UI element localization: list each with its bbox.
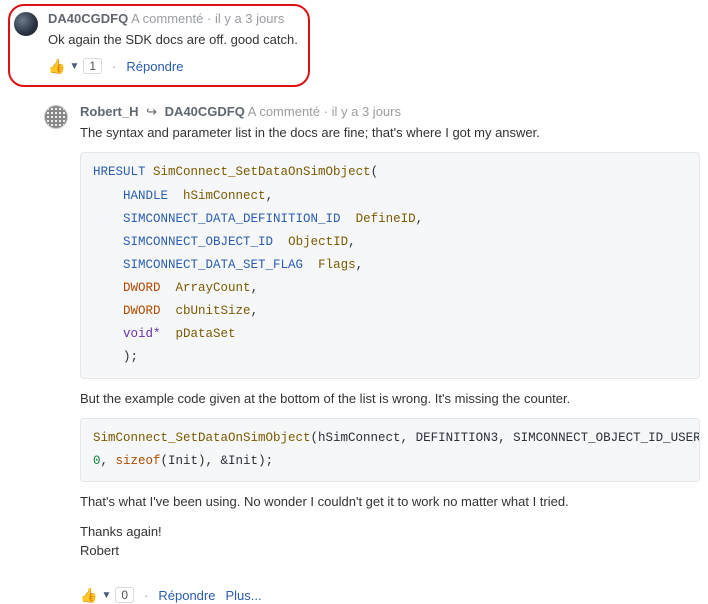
thanks-line-1: Thanks again! xyxy=(80,524,162,539)
vote-count: 1 xyxy=(83,58,102,74)
code-param-name: ArrayCount xyxy=(176,281,251,295)
comment-action-label: A commenté xyxy=(131,11,203,26)
code-param-type: HANDLE xyxy=(123,189,168,203)
more-link[interactable]: Plus... xyxy=(225,588,261,603)
code-kw-sizeof: sizeof xyxy=(116,454,161,468)
reply-link[interactable]: Répondre xyxy=(126,59,183,74)
comment-body: Robert_H ↪ DA40CGDFQ A commenté · il y a… xyxy=(80,103,700,604)
vote-group[interactable]: 👍 ▼ 0 xyxy=(80,587,134,604)
code-param-type: SIMCONNECT_DATA_SET_FLAG xyxy=(123,258,303,272)
comment-meta: Robert_H ↪ DA40CGDFQ A commenté · il y a… xyxy=(80,103,700,121)
code-block-signature: HRESULT SimConnect_SetDataOnSimObject( H… xyxy=(80,152,700,378)
code-return-type: HRESULT xyxy=(93,165,146,179)
comment-body: DA40CGDFQ A commenté · il y a 3 jours Ok… xyxy=(48,10,298,75)
thumb-up-icon[interactable]: 👍 xyxy=(48,58,65,75)
dot-sep: · xyxy=(112,59,116,74)
comment-meta: DA40CGDFQ A commenté · il y a 3 jours xyxy=(48,10,298,28)
code-func-name: SimConnect_SetDataOnSimObject xyxy=(93,431,311,445)
reply-link[interactable]: Répondre xyxy=(158,588,215,603)
code-func-name: SimConnect_SetDataOnSimObject xyxy=(153,165,371,179)
comment-1: DA40CGDFQ A commenté · il y a 3 jours Ok… xyxy=(14,10,298,75)
reply-target-author[interactable]: DA40CGDFQ xyxy=(165,104,245,119)
code-param-name: ObjectID xyxy=(288,235,348,249)
code-param-type: DWORD xyxy=(123,281,161,295)
code-num: 0 xyxy=(93,454,101,468)
comment-after-para: That's what I've been using. No wonder I… xyxy=(80,492,700,512)
code-param-name: Flags xyxy=(318,258,356,272)
meta-sep: · xyxy=(324,104,328,119)
code-param-type: void* xyxy=(123,327,161,341)
comment-author[interactable]: Robert_H xyxy=(80,104,139,119)
code-param-name: pDataSet xyxy=(176,327,236,341)
comment-time: il y a 3 jours xyxy=(332,104,401,119)
code-args: (hSimConnect, DEFINITION3, SIMCONNECT_OB… xyxy=(311,431,700,445)
highlighted-comment: DA40CGDFQ A commenté · il y a 3 jours Ok… xyxy=(8,4,310,87)
code-param-type: DWORD xyxy=(123,304,161,318)
code-param-type: SIMCONNECT_DATA_DEFINITION_ID xyxy=(123,212,341,226)
comment-actions: 👍 ▼ 0 · Répondre Plus... xyxy=(80,587,700,604)
thanks-line-2: Robert xyxy=(80,543,119,558)
comment-action-label: A commenté xyxy=(248,104,320,119)
code-param-name: hSimConnect xyxy=(183,189,266,203)
comment-time: il y a 3 jours xyxy=(215,11,284,26)
code-param-name: cbUnitSize xyxy=(176,304,251,318)
code-param-name: DefineID xyxy=(356,212,416,226)
comment-author[interactable]: DA40CGDFQ xyxy=(48,11,128,26)
comment-text: Ok again the SDK docs are off. good catc… xyxy=(48,30,298,50)
comment-mid-para: But the example code given at the bottom… xyxy=(80,389,700,409)
comment-2: Robert_H ↪ DA40CGDFQ A commenté · il y a… xyxy=(44,103,700,604)
dot-sep: · xyxy=(144,588,148,603)
avatar[interactable] xyxy=(14,12,38,36)
meta-sep: · xyxy=(207,11,211,26)
reply-arrow-icon: ↪ xyxy=(146,104,157,119)
vote-group[interactable]: 👍 ▼ 1 xyxy=(48,58,102,75)
comment-actions: 👍 ▼ 1 · Répondre xyxy=(48,58,298,75)
thumb-up-icon[interactable]: 👍 xyxy=(80,587,97,604)
comment-intro-text: The syntax and parameter list in the doc… xyxy=(80,123,700,143)
code-param-type: SIMCONNECT_OBJECT_ID xyxy=(123,235,273,249)
code-block-example: SimConnect_SetDataOnSimObject(hSimConnec… xyxy=(80,418,700,482)
avatar[interactable] xyxy=(44,105,68,129)
comment-closing: Thanks again! Robert xyxy=(80,522,700,561)
chevron-down-icon[interactable]: ▼ xyxy=(69,61,79,72)
chevron-down-icon[interactable]: ▼ xyxy=(101,590,111,601)
code-rest: (Init), &Init); xyxy=(161,454,274,468)
vote-count: 0 xyxy=(115,587,134,603)
